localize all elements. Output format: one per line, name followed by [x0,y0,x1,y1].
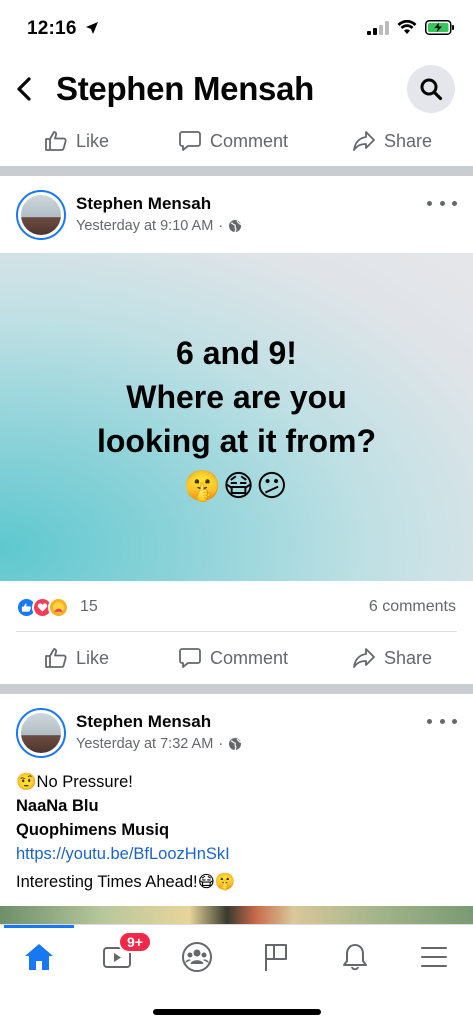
page-header: Stephen Mensah [0,58,473,120]
post-meta: Yesterday at 9:10 AM · [76,218,242,234]
share-icon [353,131,375,151]
status-time: 12:16 [27,18,99,40]
globe-icon [229,738,242,751]
comment-label: Comment [210,130,289,151]
comment-label: Comment [210,647,289,668]
thumbs-up-icon [45,131,67,151]
reactions-divider [16,631,457,632]
nav-pages[interactable] [251,937,301,977]
action-bar: Like Comment Share [0,635,473,681]
share-label: Share [384,130,433,151]
post-divider [0,684,473,694]
more-dot-icon [439,200,445,206]
home-indicator[interactable] [153,1009,321,1015]
more-options-button[interactable] [427,196,457,210]
avatar[interactable] [16,708,66,758]
post-header: Stephen Mensah Yesterday at 7:32 AM · [0,708,473,778]
avatar-image [21,195,61,235]
post-text: 🤨No Pressure! NaaNa Blu Quophimens Musiq… [16,770,235,894]
more-dot-icon [452,718,457,724]
like-button[interactable]: Like [44,646,109,670]
post-text-line: 🤨No Pressure! [16,773,133,791]
more-dot-icon [439,718,445,724]
back-button[interactable] [10,72,38,106]
nav-menu[interactable] [409,937,459,977]
like-label: Like [76,647,110,668]
flag-icon [265,944,287,971]
wifi-icon [397,20,417,34]
avatar-image [21,713,61,753]
cellular-signal-icon [367,20,389,35]
reaction-count: 15 [80,598,98,615]
emoji-group: 😷🤫 [197,873,236,891]
meta-separator: · [218,736,224,752]
post-text-line: NaaNa Blu [16,797,99,815]
author-name[interactable]: Stephen Mensah [76,712,211,732]
thumbs-up-icon [45,648,67,668]
post-meta: Yesterday at 7:32 AM · [76,736,242,752]
bell-icon [343,944,367,971]
post-text-line: Interesting Times Ahead!😷🤫 [16,873,236,891]
raised-eyebrow-emoji: 🤨 [16,773,37,791]
post-image[interactable]: 6 and 9! Where are you looking at it fro… [0,253,473,581]
share-button[interactable]: Share [352,646,432,670]
post-text-line: Quophimens Musiq [16,821,170,839]
action-bar: Like Comment Share [0,118,473,164]
post-link[interactable]: https://youtu.be/BfLoozHnSkI [16,842,235,866]
post-divider [0,166,473,176]
avatar[interactable] [16,190,66,240]
image-emoji: 🤫😷😕 [183,470,290,503]
location-arrow-icon [86,22,99,34]
chevron-left-icon [17,77,31,101]
comment-icon [179,648,201,668]
page-title: Stephen Mensah [56,70,315,107]
battery-charging-icon [425,20,454,35]
post-header: Stephen Mensah Yesterday at 9:10 AM · [0,190,473,260]
post-time[interactable]: Yesterday at 9:10 AM [76,218,213,234]
globe-icon [229,220,242,233]
search-icon [420,78,443,101]
meta-separator: · [218,218,224,234]
groups-icon [182,942,212,972]
hamburger-menu-icon [421,947,447,967]
share-label: Share [384,647,433,668]
more-options-button[interactable] [427,714,457,728]
bottom-nav: 9+ [0,924,473,1024]
post-time[interactable]: Yesterday at 7:32 AM [76,736,213,752]
home-icon [25,944,53,970]
reaction-icons [16,597,69,618]
status-icons [367,20,455,35]
search-button[interactable] [407,65,455,113]
comments-count[interactable]: 6 comments [369,598,456,616]
more-dot-icon [452,200,457,206]
comment-icon [179,131,201,151]
nav-groups[interactable] [172,937,222,977]
nav-notifications[interactable] [330,937,380,977]
status-bar: 12:16 [0,0,473,58]
care-reaction-icon [48,597,69,618]
more-dot-icon [427,200,432,206]
more-dot-icon [427,718,432,724]
comment-button[interactable]: Comment [178,129,288,153]
author-name[interactable]: Stephen Mensah [76,194,211,214]
notification-badge: 9+ [118,931,152,953]
reactions-summary[interactable]: 15 6 comments [0,591,473,625]
like-button[interactable]: Like [44,129,109,153]
comment-button[interactable]: Comment [178,646,288,670]
image-text: 6 and 9! Where are you looking at it fro… [96,335,377,459]
share-icon [353,648,375,668]
share-button[interactable]: Share [352,129,432,153]
like-label: Like [76,130,110,151]
active-tab-indicator [4,925,74,928]
nav-home[interactable] [14,937,64,977]
